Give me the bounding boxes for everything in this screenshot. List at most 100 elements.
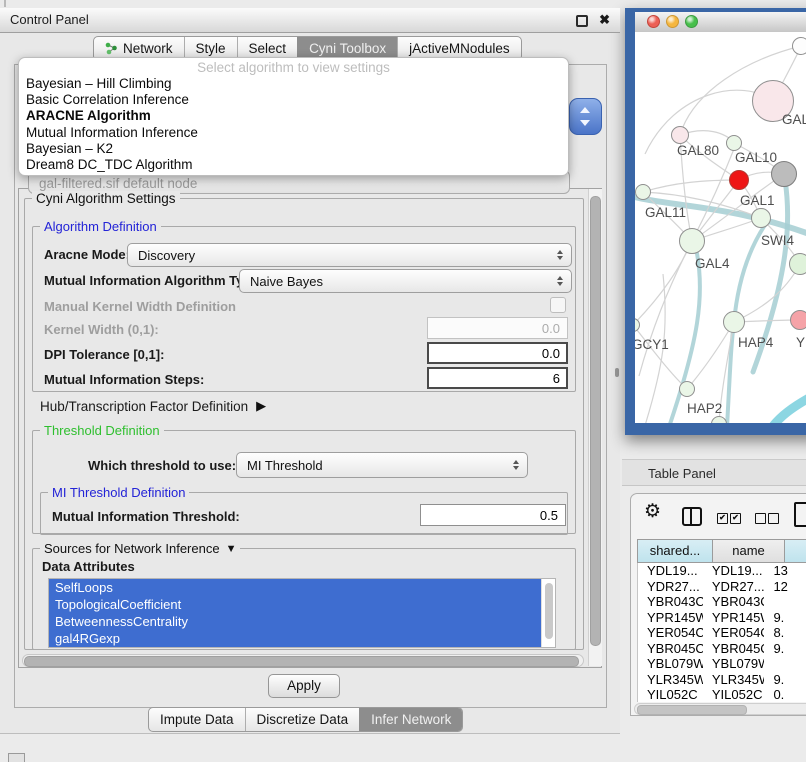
hub-definition-expander[interactable]: Hub/Transcription Factor Definition ▶ [40,398,266,414]
panel-divider-grip[interactable] [615,368,619,377]
algorithm-definition-title: Algorithm Definition [40,219,161,234]
cyni-algorithm-settings-title: Cyni Algorithm Settings [32,191,180,206]
checked-checkbox-icon[interactable]: ✔ [717,513,728,524]
tab-discretize-data[interactable]: Discretize Data [245,708,360,731]
algorithm-option-bayesian-k2[interactable]: Bayesian – K2 [19,141,568,157]
attribute-item-betweennesscentrality[interactable]: BetweennessCentrality [49,613,542,630]
threshold-select[interactable]: MI Threshold [236,452,528,478]
cell: 9. [764,641,806,657]
settings-vertical-scrollbar-thumb[interactable] [590,196,601,646]
zoom-traffic-light[interactable] [685,15,698,28]
network-node-gal11[interactable] [635,184,651,200]
network-node-swi4[interactable] [789,253,806,275]
network-view-window: GALGAL80GAL10GAL11GAL1GAL4SWI4GCY1HAP4YH… [625,8,806,435]
document-icon[interactable] [794,502,806,527]
control-panel-titlebar[interactable]: Control Panel ✖ [0,8,620,33]
column-header-a[interactable]: A [785,539,806,563]
table-row[interactable]: YLR345WYLR345W9. [638,672,806,688]
network-node[interactable] [729,170,749,190]
algorithm-option-dream8-dc-tdc-algorithm[interactable]: Dream8 DC_TDC Algorithm [19,157,568,173]
algorithm-option-basic-correlation-inference[interactable]: Basic Correlation Inference [19,92,568,108]
network-node-gal4[interactable] [679,228,705,254]
table-panel-title: Table Panel [648,466,716,481]
network-window-titlebar[interactable] [635,12,806,33]
sources-expander[interactable]: Sources for Network Inference ▼ [40,541,240,556]
aracne-mode-select[interactable]: Discovery [127,243,572,267]
float-window-icon[interactable] [576,15,588,27]
table-panel-titlebar[interactable]: Table Panel [622,459,806,486]
unchecked-checkbox-icon[interactable] [755,513,766,524]
kernel-width-field[interactable] [427,317,568,339]
mi-threshold-label: Mutual Information Threshold: [52,509,240,524]
network-node-gal80[interactable] [671,126,689,144]
collapse-arrow-icon: ▼ [226,543,237,555]
attribute-item-gal4rgexp[interactable]: gal4RGexp [49,630,542,647]
dpi-tolerance-field[interactable] [427,342,568,364]
checked-checkbox-icon[interactable]: ✔ [730,513,741,524]
manual-kernel-label: Manual Kernel Width Definition [44,299,236,314]
mi-algorithm-type-select[interactable]: Naive Bayes [239,269,572,293]
algorithm-option-aracne-algorithm[interactable]: ARACNE Algorithm [19,108,568,124]
focused-combo-stepper[interactable] [569,98,602,135]
minimize-traffic-light[interactable] [666,15,679,28]
settings-horizontal-scrollbar-thumb[interactable] [24,656,579,667]
table-scrollbar-thumb[interactable] [637,705,747,715]
tab-impute-data[interactable]: Impute Data [149,708,245,731]
table-row[interactable]: YBL079WYBL079W [638,656,806,672]
data-attributes-list[interactable]: SelfLoopsTopologicalCoefficientBetweenne… [48,578,556,648]
network-node-hap2[interactable] [679,381,695,397]
aracne-mode-value: Discovery [138,248,195,263]
list-scrollbar-thumb[interactable] [545,583,553,639]
close-icon[interactable]: ✖ [599,10,610,30]
table-row[interactable]: YDR27...YDR27...12 [638,579,806,595]
mi-type-value: Naive Bayes [250,274,323,289]
sources-title: Sources for Network Inference [44,541,220,556]
table-row[interactable]: YBR043CYBR043C [638,594,806,610]
cell: 13 [764,563,806,579]
gear-icon[interactable]: ⚙ [644,501,661,523]
column-header-name[interactable]: name [713,539,785,563]
tab-label: Cyni Toolbox [309,41,386,56]
table-row[interactable]: YER054CYER054C8. [638,625,806,641]
cell: YBR045C [638,641,703,657]
table-row[interactable]: YDL19...YDL19...13 [638,563,806,579]
network-node-y[interactable] [790,310,806,330]
columns-icon[interactable] [682,507,702,526]
cell: YBR045C [703,641,765,657]
aracne-mode-label: Aracne Mode: [44,247,130,262]
apply-button[interactable]: Apply [268,674,340,698]
table-horizontal-scrollbar[interactable] [634,703,806,715]
algorithm-option-mutual-information-inference[interactable]: Mutual Information Inference [19,125,568,141]
cell: YBR043C [703,594,765,610]
unchecked-checkbox-icon[interactable] [768,513,779,524]
expand-arrow-icon: ▶ [256,398,266,414]
table-row[interactable]: YBR045CYBR045C9. [638,641,806,657]
close-traffic-light[interactable] [647,15,660,28]
down-arrow-icon [580,120,590,126]
table-body[interactable]: YDL19...YDL19...13YDR27...YDR27...12YBR0… [637,563,806,702]
stepper-icon [557,250,563,260]
attribute-item-topologicalcoefficient[interactable]: TopologicalCoefficient [49,596,542,613]
table-row[interactable]: YIL052CYIL052C0. [638,687,806,702]
algorithm-option-bayesian-hill-climbing[interactable]: Bayesian – Hill Climbing [19,76,568,92]
network-node[interactable] [771,161,797,187]
node-label-hap4: HAP4 [738,335,773,350]
attribute-item-selfloops[interactable]: SelfLoops [49,579,542,596]
network-node-gal1[interactable] [751,208,771,228]
manual-kernel-checkbox[interactable] [550,297,566,313]
column-header-shared[interactable]: shared... [637,539,713,563]
cell: 0. [764,687,806,702]
mi-steps-field[interactable] [427,367,568,389]
network-node-hap4[interactable] [723,311,745,333]
tab-label: jActiveMNodules [409,41,510,56]
list-scrollbar[interactable] [541,579,555,647]
threshold-definition-title: Threshold Definition [40,423,164,438]
network-node-gal10[interactable] [726,135,742,151]
table-row[interactable]: YPR145WYPR145W9. [638,610,806,626]
minimized-window-icon[interactable] [8,753,25,762]
tab-infer-network[interactable]: Infer Network [359,708,462,731]
network-canvas[interactable]: GALGAL80GAL10GAL11GAL1GAL4SWI4GCY1HAP4YH… [635,32,806,423]
cell: 8. [764,625,806,641]
mi-threshold-field[interactable] [420,504,566,526]
network-node[interactable] [792,37,806,55]
